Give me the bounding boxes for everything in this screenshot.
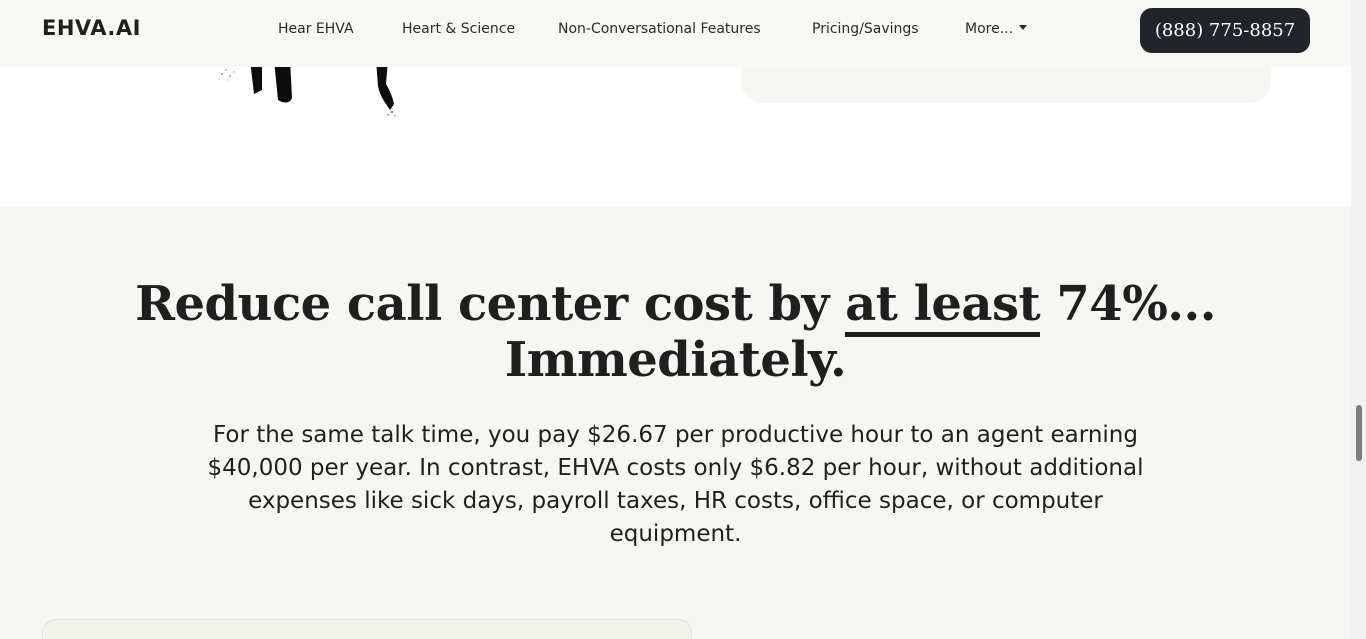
headline-part-2: 74%... — [1040, 276, 1216, 332]
nav-dropdown-more[interactable]: More... — [965, 21, 1028, 37]
nav-link-pricing-savings[interactable]: Pricing/Savings — [812, 21, 919, 37]
scrollbar-thumb[interactable] — [1356, 405, 1362, 461]
headline-line-2: Immediately. — [504, 332, 847, 388]
brand-logo[interactable]: EHVA.AI — [42, 16, 141, 40]
savings-description: For the same talk time, you pay $26.67 p… — [207, 422, 1144, 547]
nav-link-non-conversational-features[interactable]: Non-Conversational Features — [558, 21, 761, 37]
illustration-figures — [218, 60, 396, 117]
headline-part-1: Reduce call center cost by — [135, 276, 846, 332]
headline-emphasis: at least — [845, 276, 1041, 337]
nav-link-hear-ehva[interactable]: Hear EHVA — [278, 21, 354, 37]
caret-down-icon — [1019, 24, 1028, 30]
nav-link-heart-science[interactable]: Heart & Science — [402, 21, 515, 37]
savings-section: Reduce call center cost by at least 74%.… — [0, 206, 1351, 639]
top-navbar: EHVA.AI Hear EHVA Heart & Science Non-Co… — [0, 0, 1351, 67]
savings-headline: Reduce call center cost by at least 74%.… — [0, 276, 1351, 388]
pricing-card — [42, 619, 692, 639]
illustration-image — [218, 60, 396, 117]
page-scrollbar[interactable] — [1351, 0, 1366, 639]
nav-dropdown-more-label: More... — [965, 21, 1014, 37]
phone-call-button[interactable]: (888) 775-8857 — [1140, 8, 1310, 53]
